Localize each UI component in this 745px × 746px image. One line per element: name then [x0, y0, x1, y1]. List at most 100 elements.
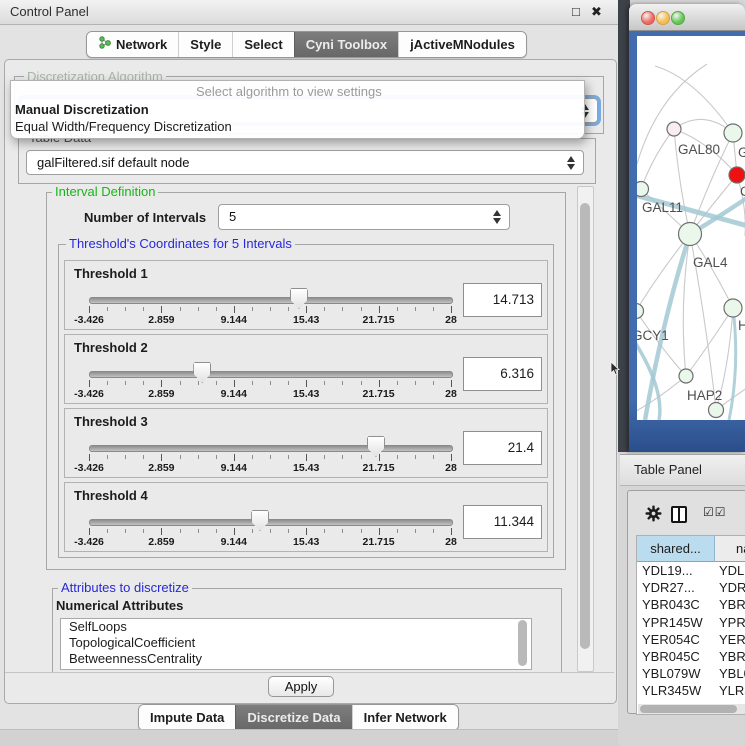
- slider-tick: [361, 381, 362, 385]
- tab-network[interactable]: Network: [87, 32, 178, 57]
- table-row[interactable]: YLR345WYLR3: [637, 682, 745, 700]
- slider-tick: [306, 306, 307, 313]
- close-panel-icon[interactable]: ✖: [591, 4, 602, 20]
- slider-tick: [180, 381, 181, 385]
- slider-tick: [270, 307, 271, 311]
- network-window-titlebar[interactable]: [629, 4, 745, 31]
- dropdown-item-equal-width-frequency[interactable]: Equal Width/Frequency Discretization: [11, 118, 588, 135]
- threshold-box: Threshold 2-3.4262.8599.14415.4321.71528…: [64, 334, 548, 404]
- float-panel-icon[interactable]: □: [572, 4, 580, 19]
- attribute-list-item[interactable]: TopologicalCoefficient: [61, 635, 531, 651]
- tab-style[interactable]: Style: [178, 32, 232, 57]
- minimize-light[interactable]: [656, 11, 670, 25]
- slider-track: [89, 371, 453, 378]
- slider-tick-label: 2.859: [148, 462, 174, 474]
- slider-tick-label: 2.859: [148, 388, 174, 400]
- bottom-node[interactable]: [709, 403, 724, 418]
- red-node[interactable]: [729, 167, 745, 183]
- slider-tick: [252, 381, 253, 385]
- tab-cyni-toolbox[interactable]: Cyni Toolbox: [294, 32, 398, 57]
- slider-tick: [161, 454, 162, 461]
- node-label: GAL11: [642, 200, 683, 215]
- columns-icon[interactable]: [671, 506, 687, 523]
- threshold-value-field[interactable]: 14.713: [463, 283, 542, 317]
- slider-tick: [397, 529, 398, 533]
- slider-handle[interactable]: [193, 362, 211, 383]
- slider-tick: [216, 381, 217, 385]
- slider-tick: [143, 529, 144, 533]
- tab-impute-data[interactable]: Impute Data: [139, 705, 235, 730]
- gear-icon[interactable]: [645, 505, 662, 525]
- gal80-node[interactable]: [667, 122, 681, 136]
- gal4-node[interactable]: [679, 223, 702, 246]
- column-header-shared-name[interactable]: shared...: [637, 536, 715, 562]
- slider-tick: [216, 455, 217, 459]
- apply-button[interactable]: Apply: [268, 676, 334, 697]
- slider-tick: [161, 528, 162, 535]
- table-row[interactable]: YBL079WYBL0: [637, 665, 745, 683]
- attribute-list-item[interactable]: BetweennessCentrality: [61, 651, 531, 667]
- threshold-value-field[interactable]: 11.344: [463, 505, 542, 539]
- threshold-value-field[interactable]: 21.4: [463, 431, 542, 465]
- slider-handle[interactable]: [251, 510, 269, 531]
- attribute-list-item[interactable]: SelfLoops: [61, 619, 531, 635]
- settings-scrollbar[interactable]: [577, 186, 594, 672]
- slider-tick: [216, 529, 217, 533]
- settings-scrollbar-thumb[interactable]: [580, 203, 590, 649]
- table-row[interactable]: YER054CYER0: [637, 631, 745, 649]
- slider-tick: [270, 529, 271, 533]
- close-light[interactable]: [641, 11, 655, 25]
- bottom-tabs: Impute Data Discretize Data Infer Networ…: [138, 704, 459, 731]
- table-row[interactable]: YPR145WYPR1: [637, 614, 745, 632]
- checkboxes-icon[interactable]: ☑☑: [703, 505, 727, 519]
- dropdown-placeholder-item[interactable]: Select algorithm to view settings: [11, 83, 745, 100]
- slider-handle[interactable]: [367, 436, 385, 457]
- slider-tick: [107, 381, 108, 385]
- control-panel-title: Control Panel: [10, 0, 89, 24]
- slider-tick: [361, 455, 362, 459]
- column-header-name[interactable]: na: [715, 536, 745, 562]
- slider-tick: [143, 455, 144, 459]
- gal11-node[interactable]: [637, 182, 649, 197]
- network-edge[interactable]: [637, 234, 690, 311]
- slider-tick: [234, 380, 235, 387]
- attributes-list-scrollbar-thumb[interactable]: [518, 620, 527, 666]
- right-mid-node[interactable]: [724, 299, 742, 317]
- table-cell-shared-name: YER054C: [642, 631, 700, 649]
- network-window[interactable]: GAL80G.CGAL11GAL4GCY1HHAP2: [629, 4, 745, 452]
- table-row[interactable]: YBR043CYBR0: [637, 596, 745, 614]
- threshold-value-field[interactable]: 6.316: [463, 357, 542, 391]
- slider-tick: [125, 381, 126, 385]
- zoom-light[interactable]: [671, 11, 685, 25]
- slider-tick: [143, 307, 144, 311]
- dropdown-item-manual-discretization[interactable]: Manual Discretization: [11, 101, 588, 118]
- table-hscrollbar-thumb[interactable]: [640, 705, 737, 713]
- hap2-node[interactable]: [679, 369, 693, 383]
- table-cell-name: YBR0: [719, 648, 745, 666]
- numerical-attributes-list[interactable]: SelfLoopsTopologicalCoefficientBetweenne…: [60, 618, 532, 670]
- slider-tick-label: 28: [445, 314, 457, 326]
- tab-select[interactable]: Select: [232, 32, 293, 57]
- table-data-combobox[interactable]: galFiltered.sif default node: [26, 150, 584, 175]
- table-row[interactable]: YDL19...YDL1: [637, 562, 745, 580]
- node-label: G.: [738, 145, 745, 160]
- network-edge[interactable]: [729, 308, 736, 420]
- table-hscrollbar[interactable]: [638, 704, 745, 714]
- threshold-box: Threshold 1-3.4262.8599.14415.4321.71528…: [64, 260, 548, 330]
- tab-discretize-data[interactable]: Discretize Data: [235, 705, 351, 730]
- number-of-intervals-combobox[interactable]: 5: [218, 204, 510, 230]
- table-panel-header: Table Panel: [620, 454, 745, 486]
- gcy1-node[interactable]: [637, 304, 644, 319]
- tab-infer-network[interactable]: Infer Network: [352, 705, 458, 730]
- top-right-node[interactable]: [724, 124, 742, 142]
- slider-tick: [288, 455, 289, 459]
- node-label: HAP2: [687, 388, 722, 403]
- mouse-cursor: [610, 362, 620, 379]
- table-row[interactable]: YDR27...YDR2: [637, 579, 745, 597]
- slider-tick: [342, 307, 343, 311]
- tab-jactivemnodules[interactable]: jActiveMNodules: [398, 32, 526, 57]
- table-panel: ☑☑ shared... na YDL19...YDL1YDR27...YDR2…: [627, 490, 745, 714]
- number-of-intervals-value: 5: [229, 209, 236, 224]
- slider-tick-label: 9.144: [221, 388, 247, 400]
- table-row[interactable]: YBR045CYBR0: [637, 648, 745, 666]
